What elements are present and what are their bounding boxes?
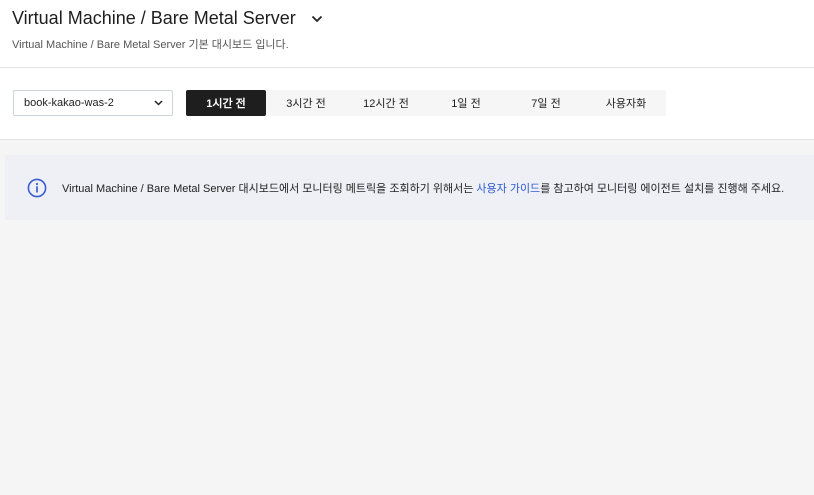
time-range-tabs: 1시간 전 3시간 전 12시간 전 1일 전 7일 전 사용자화	[186, 90, 666, 116]
chevron-down-icon[interactable]	[310, 12, 324, 26]
page-subtitle: Virtual Machine / Bare Metal Server 기본 대…	[12, 39, 289, 51]
info-icon	[27, 178, 47, 198]
page-header: Virtual Machine / Bare Metal Server Virt…	[0, 0, 814, 68]
filter-toolbar: book-kakao-was-2 1시간 전 3시간 전 12시간 전 1일 전…	[0, 68, 814, 140]
tab-7d[interactable]: 7일 전	[506, 90, 586, 116]
instance-select[interactable]: book-kakao-was-2	[13, 90, 173, 116]
instance-select-value: book-kakao-was-2	[24, 97, 114, 109]
chevron-down-icon	[154, 97, 163, 109]
notice-text-after: 를 참고하여 모니터링 에이전트 설치를 진행해 주세요.	[540, 182, 785, 195]
page-title: Virtual Machine / Bare Metal Server	[12, 8, 296, 28]
info-notice: Virtual Machine / Bare Metal Server 대시보드…	[5, 155, 814, 220]
tab-custom[interactable]: 사용자화	[586, 90, 666, 116]
user-guide-link[interactable]: 사용자 가이드	[476, 183, 540, 195]
tab-12h[interactable]: 12시간 전	[346, 90, 426, 116]
info-notice-text: Virtual Machine / Bare Metal Server 대시보드…	[62, 180, 784, 196]
tab-3h[interactable]: 3시간 전	[266, 90, 346, 116]
title-row: Virtual Machine / Bare Metal Server	[12, 8, 324, 29]
tab-1h[interactable]: 1시간 전	[186, 90, 266, 116]
notice-text-before: Virtual Machine / Bare Metal Server 대시보드…	[62, 182, 477, 195]
tab-1d[interactable]: 1일 전	[426, 90, 506, 116]
